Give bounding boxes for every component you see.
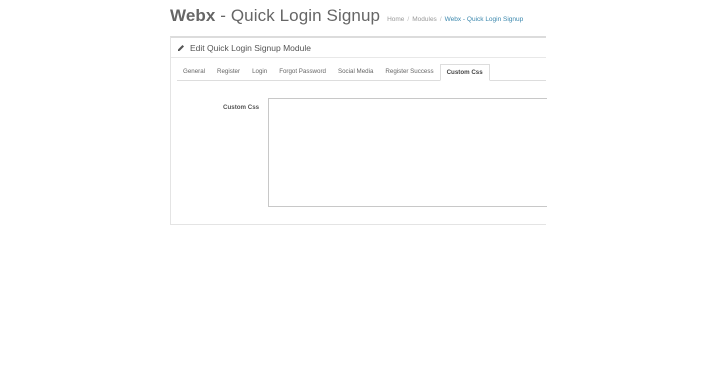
panel-heading-text: Edit Quick Login Signup Module (190, 42, 311, 53)
custom-css-textarea[interactable] (268, 98, 547, 207)
breadcrumb: Home / Modules / Webx - Quick Login Sign… (387, 16, 523, 23)
tab-custom-css[interactable]: Custom Css (439, 64, 490, 81)
tab-social-media[interactable]: Social Media (332, 64, 379, 80)
custom-css-label: Custom Css (223, 104, 260, 111)
tab-general[interactable]: General (177, 64, 211, 80)
edit-module-panel: Edit Quick Login Signup Module General R… (170, 36, 547, 225)
pencil-icon (177, 44, 185, 52)
tab-bar: General Register Login Forgot Password S… (177, 63, 546, 81)
breadcrumb-home[interactable]: Home (387, 16, 404, 23)
page-title: Webx - Quick Login Signup (170, 6, 380, 26)
breadcrumb-current[interactable]: Webx - Quick Login Signup (445, 16, 524, 23)
tab-forgot-password[interactable]: Forgot Password (273, 64, 332, 80)
breadcrumb-modules[interactable]: Modules (412, 16, 437, 23)
panel-heading: Edit Quick Login Signup Module (171, 38, 546, 58)
page-title-rest: - Quick Login Signup (215, 6, 381, 25)
tab-login[interactable]: Login (246, 64, 273, 80)
breadcrumb-separator: / (407, 16, 410, 23)
tab-register[interactable]: Register (211, 64, 246, 80)
page-title-brand: Webx (170, 6, 216, 25)
breadcrumb-separator: / (439, 16, 442, 23)
tab-register-success[interactable]: Register Success (379, 64, 439, 80)
page-header: Webx - Quick Login Signup Home / Modules… (170, 6, 523, 26)
